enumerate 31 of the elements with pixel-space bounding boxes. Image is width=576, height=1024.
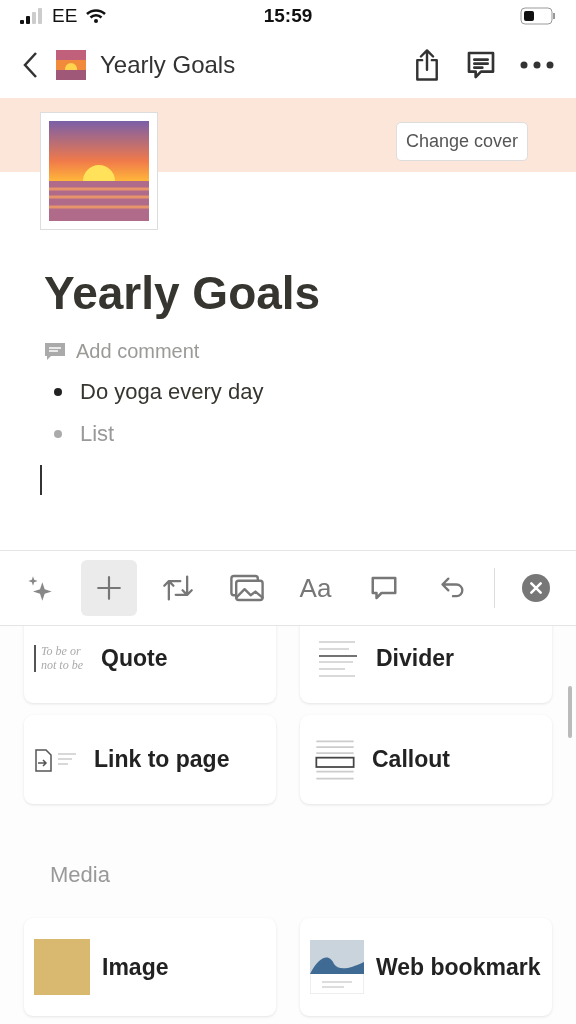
bookmark-preview-icon <box>310 940 364 994</box>
page-title: Yearly Goals <box>100 51 237 79</box>
clock-time: 15:59 <box>263 5 313 27</box>
close-icon <box>522 574 550 602</box>
plus-icon <box>95 575 122 601</box>
turn-into-icon <box>161 574 194 602</box>
battery-icon <box>520 7 556 25</box>
block-option[interactable]: Divider <box>300 626 552 703</box>
toolbar-button[interactable] <box>80 560 137 616</box>
comment-icon <box>44 341 66 362</box>
sunset-icon <box>56 50 86 80</box>
bullet-icon <box>54 388 62 396</box>
signal-icon <box>20 8 44 24</box>
page-heading: Yearly Goals <box>44 266 322 320</box>
block-option[interactable]: To be or not to be Quote <box>24 626 276 703</box>
page-icon[interactable] <box>40 112 158 230</box>
block-option[interactable]: Image <box>24 918 276 1016</box>
block-option[interactable]: Link to page <box>24 715 276 804</box>
text-style-button[interactable]: Aa <box>287 560 344 616</box>
carrier-name: EE <box>52 5 78 27</box>
bullet-text[interactable]: Do yoga every day <box>80 379 264 405</box>
change-cover-button[interactable]: Change cover <box>395 121 528 161</box>
wifi-icon <box>85 8 108 24</box>
block-option[interactable]: Web bookmark <box>300 918 552 1016</box>
bullet-icon <box>54 430 62 438</box>
images-icon <box>228 573 265 603</box>
photo-placeholder <box>34 939 90 995</box>
text-cursor <box>40 465 42 495</box>
section-heading: Media <box>49 861 111 889</box>
scrollbar <box>568 686 572 738</box>
block-option[interactable]: Callout <box>300 715 552 804</box>
